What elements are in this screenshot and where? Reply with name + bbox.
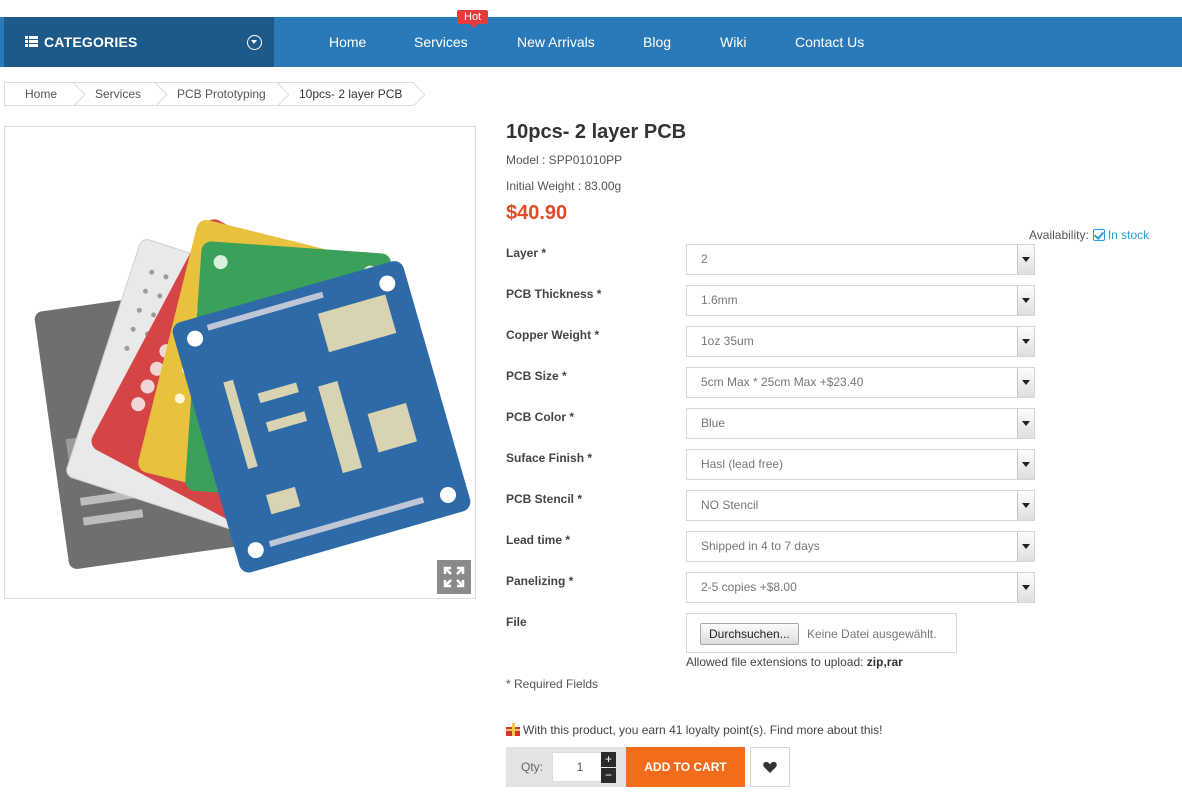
- categories-menu[interactable]: CATEGORIES: [4, 17, 274, 67]
- select-lead-time[interactable]: Shipped in 4 to 7 days: [686, 531, 1035, 562]
- breadcrumb-current: 10pcs- 2 layer PCB: [278, 82, 414, 106]
- product-model: Model : SPP01010PP: [506, 153, 623, 167]
- qty-decrease-button[interactable]: −: [601, 768, 616, 783]
- nav-new-arrivals[interactable]: New Arrivals: [517, 34, 595, 50]
- expand-button[interactable]: [437, 560, 471, 594]
- loyalty-note: With this product, you earn 41 loyalty p…: [506, 723, 883, 737]
- dropdown-arrow-icon[interactable]: [1017, 409, 1034, 438]
- dropdown-arrow-icon[interactable]: [1017, 245, 1034, 274]
- option-label-panelizing: Panelizing *: [506, 574, 574, 588]
- option-label-layer: Layer *: [506, 246, 547, 260]
- breadcrumb-pcb-prototyping[interactable]: PCB Prototyping: [156, 82, 278, 106]
- dropdown-arrow-icon[interactable]: [1017, 368, 1034, 397]
- top-navbar: CATEGORIES Home Services Hot New Arrival…: [0, 10, 1182, 67]
- nav-home[interactable]: Home: [329, 34, 366, 50]
- file-upload: Durchsuchen... Keine Datei ausgewählt.: [686, 613, 957, 653]
- option-label-pcb-color: PCB Color *: [506, 410, 575, 424]
- product-weight: Initial Weight : 83.00g: [506, 179, 622, 193]
- dropdown-arrow-icon[interactable]: [1017, 491, 1034, 520]
- option-label-lead-time: Lead time *: [506, 533, 571, 547]
- check-square-icon: [1092, 229, 1105, 241]
- option-label-surface-finish: Suface Finish *: [506, 451, 593, 465]
- add-to-cart-button[interactable]: ADD TO CART: [626, 747, 745, 787]
- select-value: 1.6mm: [701, 293, 738, 307]
- select-value: 5cm Max * 25cm Max +$23.40: [701, 375, 864, 389]
- dropdown-arrow-icon[interactable]: [1017, 327, 1034, 356]
- select-value: NO Stencil: [701, 498, 759, 512]
- option-label-pcb-size: PCB Size *: [506, 369, 567, 383]
- dropdown-arrow-icon[interactable]: [1017, 532, 1034, 561]
- nav-services[interactable]: Services: [414, 34, 468, 50]
- required-fields-note: * Required Fields: [506, 677, 599, 691]
- select-pcb-color[interactable]: Blue: [686, 408, 1035, 439]
- option-label-pcb-thickness: PCB Thickness *: [506, 287, 602, 301]
- qty-label: Qty:: [521, 760, 544, 774]
- select-pcb-stencil[interactable]: NO Stencil: [686, 490, 1035, 521]
- pcb-photo: [34, 219, 471, 573]
- quantity-input[interactable]: 1: [552, 752, 608, 782]
- nav-wiki[interactable]: Wiki: [720, 34, 746, 50]
- allowed-extensions-value: zip,rar: [866, 655, 903, 669]
- availability-value: In stock: [1107, 228, 1150, 242]
- qty-increase-button[interactable]: +: [601, 752, 616, 767]
- select-pcb-thickness[interactable]: 1.6mm: [686, 285, 1035, 316]
- file-browse-button[interactable]: Durchsuchen...: [700, 623, 799, 645]
- dropdown-arrow-icon[interactable]: [1017, 450, 1034, 479]
- select-value: Hasl (lead free): [701, 457, 784, 471]
- allowed-extensions: Allowed file extensions to upload: zip,r…: [686, 655, 903, 669]
- nav-blog[interactable]: Blog: [643, 34, 671, 50]
- loyalty-text[interactable]: With this product, you earn 41 loyalty p…: [523, 723, 883, 737]
- select-value: 1oz 35um: [701, 334, 754, 348]
- availability: Availability: In stock: [1029, 228, 1149, 242]
- nav-contact-us[interactable]: Contact Us: [795, 34, 864, 50]
- expand-icon: [443, 566, 465, 588]
- option-label-pcb-stencil: PCB Stencil *: [506, 492, 583, 506]
- dropdown-arrow-icon[interactable]: [1017, 286, 1034, 315]
- list-icon: [25, 36, 38, 47]
- select-pcb-size[interactable]: 5cm Max * 25cm Max +$23.40: [686, 367, 1035, 398]
- select-value: Shipped in 4 to 7 days: [701, 539, 820, 553]
- product-price: $40.90: [506, 202, 568, 224]
- select-layer[interactable]: 2: [686, 244, 1035, 275]
- select-value: 2-5 copies +$8.00: [701, 580, 797, 594]
- availability-label: Availability:: [1029, 228, 1089, 242]
- select-value: Blue: [701, 416, 726, 430]
- select-value: 2: [701, 252, 708, 266]
- product-title: 10pcs- 2 layer PCB: [506, 121, 687, 143]
- breadcrumb-home[interactable]: Home: [4, 82, 74, 106]
- select-surface-finish[interactable]: Hasl (lead free): [686, 449, 1035, 480]
- chevron-down-circle-icon[interactable]: [247, 35, 262, 50]
- categories-label: CATEGORIES: [44, 34, 138, 50]
- select-panelizing[interactable]: 2-5 copies +$8.00: [686, 572, 1035, 603]
- gift-icon: [506, 723, 520, 736]
- select-copper-weight[interactable]: 1oz 35um: [686, 326, 1035, 357]
- product-image[interactable]: [4, 126, 476, 599]
- heart-icon: [763, 761, 777, 773]
- hot-badge: Hot: [457, 10, 489, 28]
- file-label: File: [506, 615, 527, 629]
- file-status: Keine Datei ausgewählt.: [807, 627, 937, 641]
- allowed-extensions-prefix: Allowed file extensions to upload:: [686, 655, 864, 669]
- option-label-copper-weight: Copper Weight *: [506, 328, 600, 342]
- breadcrumb-services[interactable]: Services: [74, 82, 156, 106]
- dropdown-arrow-icon[interactable]: [1017, 573, 1034, 602]
- wishlist-button[interactable]: [750, 747, 790, 787]
